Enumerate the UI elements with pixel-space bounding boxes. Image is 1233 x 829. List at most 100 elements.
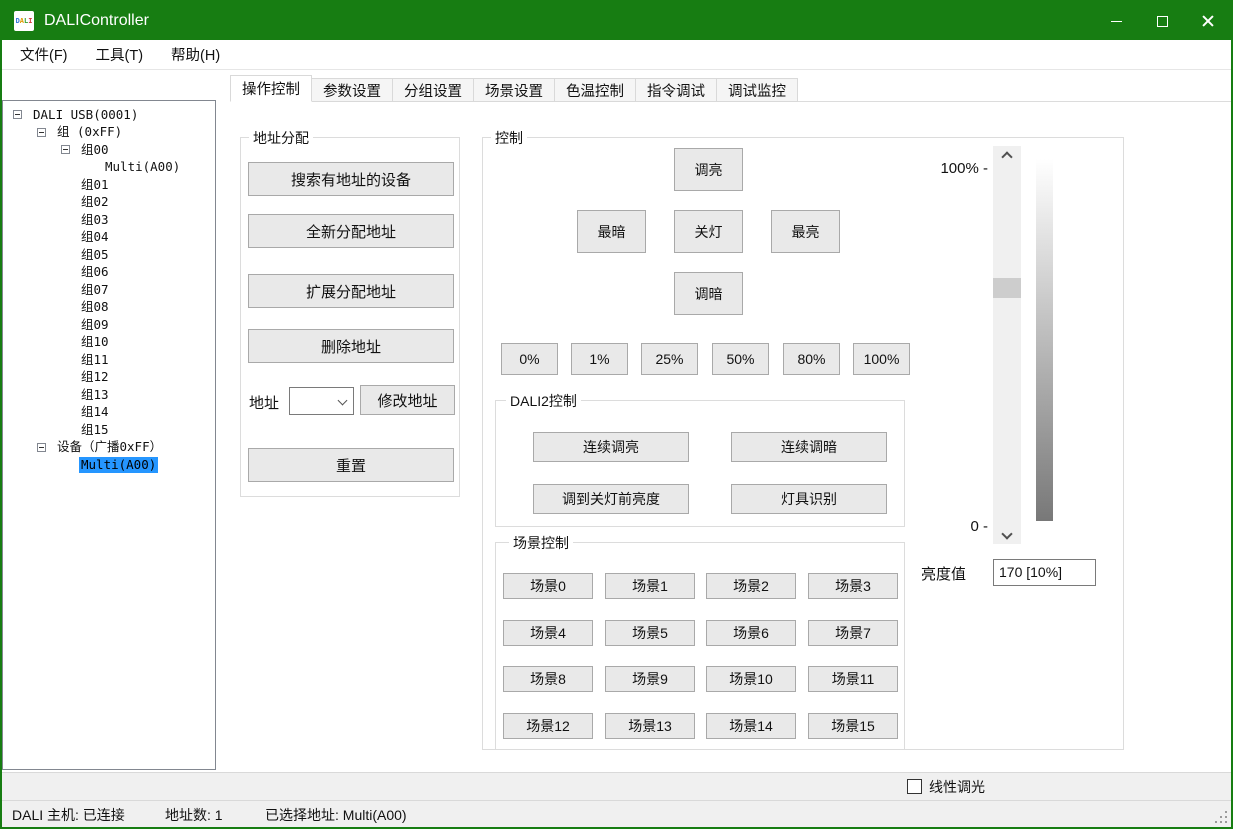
tree-item-group-root[interactable]: 组 (0xFF) bbox=[3, 124, 215, 142]
scene-1-button[interactable]: 场景1 bbox=[605, 573, 695, 599]
tab-parameter-settings[interactable]: 参数设置 bbox=[312, 78, 393, 102]
tree-item-label: 组04 bbox=[79, 229, 111, 245]
scene-3-button[interactable]: 场景3 bbox=[808, 573, 898, 599]
scene-14-button[interactable]: 场景14 bbox=[706, 713, 796, 739]
light-off-button[interactable]: 关灯 bbox=[674, 210, 743, 253]
scroll-up-button[interactable] bbox=[993, 146, 1021, 163]
tree-item-group15[interactable]: 组15 bbox=[3, 421, 215, 439]
window-title: DALIController bbox=[44, 12, 149, 30]
tree-item-label: 组10 bbox=[79, 334, 111, 350]
percent-80-button[interactable]: 80% bbox=[783, 343, 840, 375]
percent-1-button[interactable]: 1% bbox=[571, 343, 628, 375]
tree-item-device-broadcast[interactable]: 设备（广播0xFF） bbox=[3, 439, 215, 457]
menu-file[interactable]: 文件(F) bbox=[6, 40, 82, 70]
chevron-up-icon bbox=[1001, 151, 1012, 162]
tree-item-label: 组12 bbox=[79, 369, 111, 385]
minimize-button[interactable] bbox=[1093, 2, 1139, 40]
menu-help[interactable]: 帮助(H) bbox=[157, 40, 234, 70]
luminaire-identify-button[interactable]: 灯具识别 bbox=[731, 484, 887, 514]
tree-item-label: Multi(A00) bbox=[103, 159, 182, 175]
tree-item-group09[interactable]: 组09 bbox=[3, 316, 215, 334]
tree-item-group10[interactable]: 组10 bbox=[3, 334, 215, 352]
tab-operation-control[interactable]: 操作控制 bbox=[230, 75, 312, 102]
max-brightness-button[interactable]: 最亮 bbox=[771, 210, 840, 253]
scene-8-button[interactable]: 场景8 bbox=[503, 666, 593, 692]
tab-command-debug[interactable]: 指令调试 bbox=[636, 78, 717, 102]
tree-item-group13[interactable]: 组13 bbox=[3, 386, 215, 404]
tab-strip: 操作控制 参数设置 分组设置 场景设置 色温控制 指令调试 调试监控 bbox=[230, 75, 798, 102]
scroll-down-button[interactable] bbox=[993, 527, 1021, 544]
percent-100-button[interactable]: 100% bbox=[853, 343, 910, 375]
status-selected-address: 已选择地址: Multi(A00) bbox=[265, 805, 407, 825]
assign-new-addresses-button[interactable]: 全新分配地址 bbox=[248, 214, 454, 248]
continuous-dim-button[interactable]: 连续调暗 bbox=[731, 432, 887, 462]
chevron-down-icon bbox=[338, 396, 348, 406]
tab-grouping-settings[interactable]: 分组设置 bbox=[393, 78, 474, 102]
tree-item-group05[interactable]: 组05 bbox=[3, 246, 215, 264]
scene-11-button[interactable]: 场景11 bbox=[808, 666, 898, 692]
brightness-value-field[interactable]: 170 [10%] bbox=[993, 559, 1096, 586]
scene-9-button[interactable]: 场景9 bbox=[605, 666, 695, 692]
reset-button[interactable]: 重置 bbox=[248, 448, 454, 482]
tab-debug-monitor[interactable]: 调试监控 bbox=[717, 78, 798, 102]
linear-dimming-checkbox[interactable] bbox=[907, 779, 922, 794]
menu-tools[interactable]: 工具(T) bbox=[82, 40, 158, 70]
tree-item-group04[interactable]: 组04 bbox=[3, 229, 215, 247]
collapse-icon[interactable] bbox=[37, 128, 46, 137]
percent-0-button[interactable]: 0% bbox=[501, 343, 558, 375]
collapse-icon[interactable] bbox=[61, 145, 70, 154]
tree-item-group08[interactable]: 组08 bbox=[3, 299, 215, 317]
status-host-connection: DALI 主机: 已连接 bbox=[12, 805, 125, 825]
address-combobox[interactable] bbox=[289, 387, 354, 415]
title-bar: DALI DALIController bbox=[2, 2, 1231, 40]
min-brightness-button[interactable]: 最暗 bbox=[577, 210, 646, 253]
scene-4-button[interactable]: 场景4 bbox=[503, 620, 593, 646]
scene-7-button[interactable]: 场景7 bbox=[808, 620, 898, 646]
scene-13-button[interactable]: 场景13 bbox=[605, 713, 695, 739]
address-allocation-group: 地址分配 搜索有地址的设备 全新分配地址 扩展分配地址 删除地址 地址 修改地址… bbox=[240, 137, 460, 497]
tree-item-group12[interactable]: 组12 bbox=[3, 369, 215, 387]
tree-item-group11[interactable]: 组11 bbox=[3, 351, 215, 369]
tree-item-dali-usb[interactable]: DALI USB(0001) bbox=[3, 106, 215, 124]
collapse-icon[interactable] bbox=[13, 110, 22, 119]
address-combobox-input[interactable] bbox=[292, 390, 336, 412]
brightness-scrollbar[interactable] bbox=[993, 146, 1021, 544]
resize-grip[interactable] bbox=[1225, 821, 1227, 823]
tree-item-group03[interactable]: 组03 bbox=[3, 211, 215, 229]
scene-15-button[interactable]: 场景15 bbox=[808, 713, 898, 739]
scene-6-button[interactable]: 场景6 bbox=[706, 620, 796, 646]
brighten-button[interactable]: 调亮 bbox=[674, 148, 743, 191]
dali2-control-group: DALI2控制 连续调亮 连续调暗 调到关灯前亮度 灯具识别 bbox=[495, 400, 905, 527]
collapse-icon[interactable] bbox=[37, 443, 46, 452]
tree-item-group02[interactable]: 组02 bbox=[3, 194, 215, 212]
close-button[interactable] bbox=[1185, 2, 1231, 40]
tree-item-label: 设备（广播0xFF） bbox=[55, 439, 164, 455]
tree-item-multi-a00-selected[interactable]: Multi(A00) bbox=[3, 456, 215, 474]
percent-50-button[interactable]: 50% bbox=[712, 343, 769, 375]
tree-item-group14[interactable]: 组14 bbox=[3, 404, 215, 422]
tree-item-group01[interactable]: 组01 bbox=[3, 176, 215, 194]
tree-item-multi-a00[interactable]: Multi(A00) bbox=[3, 159, 215, 177]
tab-scene-settings[interactable]: 场景设置 bbox=[474, 78, 555, 102]
scene-2-button[interactable]: 场景2 bbox=[706, 573, 796, 599]
modify-address-button[interactable]: 修改地址 bbox=[360, 385, 455, 415]
scene-10-button[interactable]: 场景10 bbox=[706, 666, 796, 692]
delete-address-button[interactable]: 删除地址 bbox=[248, 329, 454, 363]
tree-item-group00[interactable]: 组00 bbox=[3, 141, 215, 159]
continuous-brighten-button[interactable]: 连续调亮 bbox=[533, 432, 689, 462]
maximize-button[interactable] bbox=[1139, 2, 1185, 40]
scene-12-button[interactable]: 场景12 bbox=[503, 713, 593, 739]
tab-color-temp-control[interactable]: 色温控制 bbox=[555, 78, 636, 102]
dim-button[interactable]: 调暗 bbox=[674, 272, 743, 315]
group-title: 控制 bbox=[491, 128, 527, 148]
slider-min-label: 0 - bbox=[913, 518, 988, 535]
percent-25-button[interactable]: 25% bbox=[641, 343, 698, 375]
extend-assign-addresses-button[interactable]: 扩展分配地址 bbox=[248, 274, 454, 308]
scene-0-button[interactable]: 场景0 bbox=[503, 573, 593, 599]
scrollbar-thumb[interactable] bbox=[993, 278, 1021, 298]
search-addressed-devices-button[interactable]: 搜索有地址的设备 bbox=[248, 162, 454, 196]
recall-last-level-button[interactable]: 调到关灯前亮度 bbox=[533, 484, 689, 514]
scene-5-button[interactable]: 场景5 bbox=[605, 620, 695, 646]
tree-item-group07[interactable]: 组07 bbox=[3, 281, 215, 299]
tree-item-group06[interactable]: 组06 bbox=[3, 264, 215, 282]
